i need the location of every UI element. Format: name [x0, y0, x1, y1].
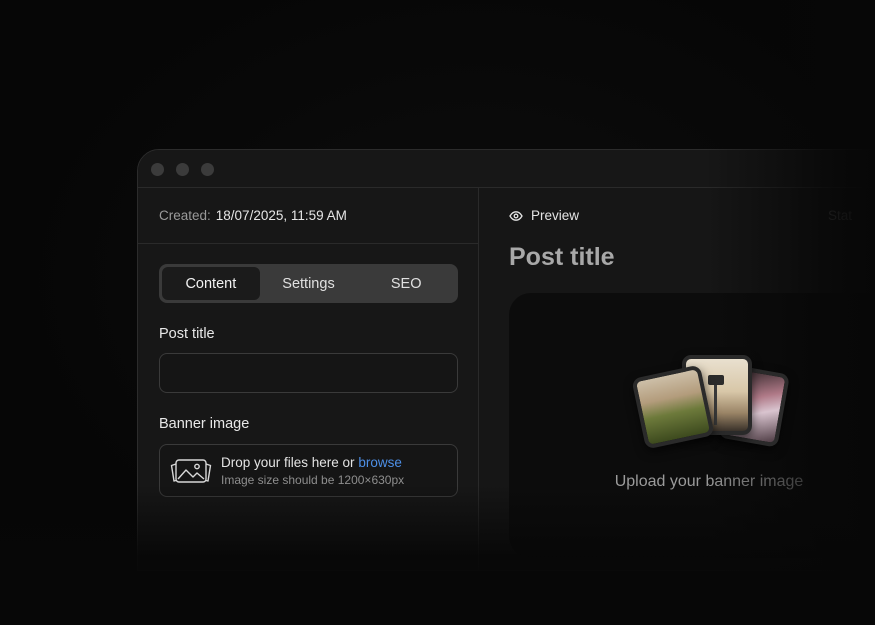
editor-panel: Created: 18/07/2025, 11:59 AM Content Set… [138, 188, 479, 570]
post-title-label: Post title [159, 326, 215, 342]
preview-header: Preview [509, 208, 579, 223]
dropzone-instruction: Drop your files here or [221, 455, 359, 470]
created-value: 18/07/2025, 11:59 AM [215, 208, 347, 223]
app-window: Created: 18/07/2025, 11:59 AM Content Set… [137, 149, 875, 571]
eye-icon [509, 210, 523, 221]
created-label: Created: [159, 208, 211, 223]
window-close-dot[interactable] [151, 163, 164, 176]
post-title-input[interactable] [159, 353, 458, 393]
stage: Created: 18/07/2025, 11:59 AM Content Set… [0, 0, 875, 625]
photo-stack-illustration [629, 351, 794, 451]
dropzone-hint: Image size should be 1200×630px [221, 473, 405, 487]
window-maximize-dot[interactable] [201, 163, 214, 176]
upload-banner-text: Upload your banner image [614, 473, 804, 490]
preview-post-title: Post title [509, 243, 615, 271]
photo-landscape [631, 364, 715, 450]
preview-label: Preview [531, 208, 580, 223]
image-gallery-icon [170, 456, 212, 491]
window-titlebar [138, 150, 875, 188]
tab-settings[interactable]: Settings [260, 267, 358, 300]
divider [138, 243, 478, 244]
tab-seo[interactable]: SEO [357, 267, 455, 300]
preview-panel: Preview Stat Post title Upload your bann… [479, 188, 875, 570]
created-info: Created: 18/07/2025, 11:59 AM [159, 208, 347, 223]
browse-link[interactable]: browse [358, 455, 402, 470]
banner-image-label: Banner image [159, 416, 250, 432]
status-label: Stat [828, 208, 853, 223]
window-minimize-dot[interactable] [176, 163, 189, 176]
tab-content[interactable]: Content [162, 267, 260, 300]
banner-preview[interactable]: Upload your banner image [509, 293, 875, 558]
dropzone-text: Drop your files here or browse [221, 455, 402, 470]
editor-tabs: Content Settings SEO [159, 264, 458, 303]
banner-dropzone[interactable]: Drop your files here or browse Image siz… [159, 444, 458, 497]
